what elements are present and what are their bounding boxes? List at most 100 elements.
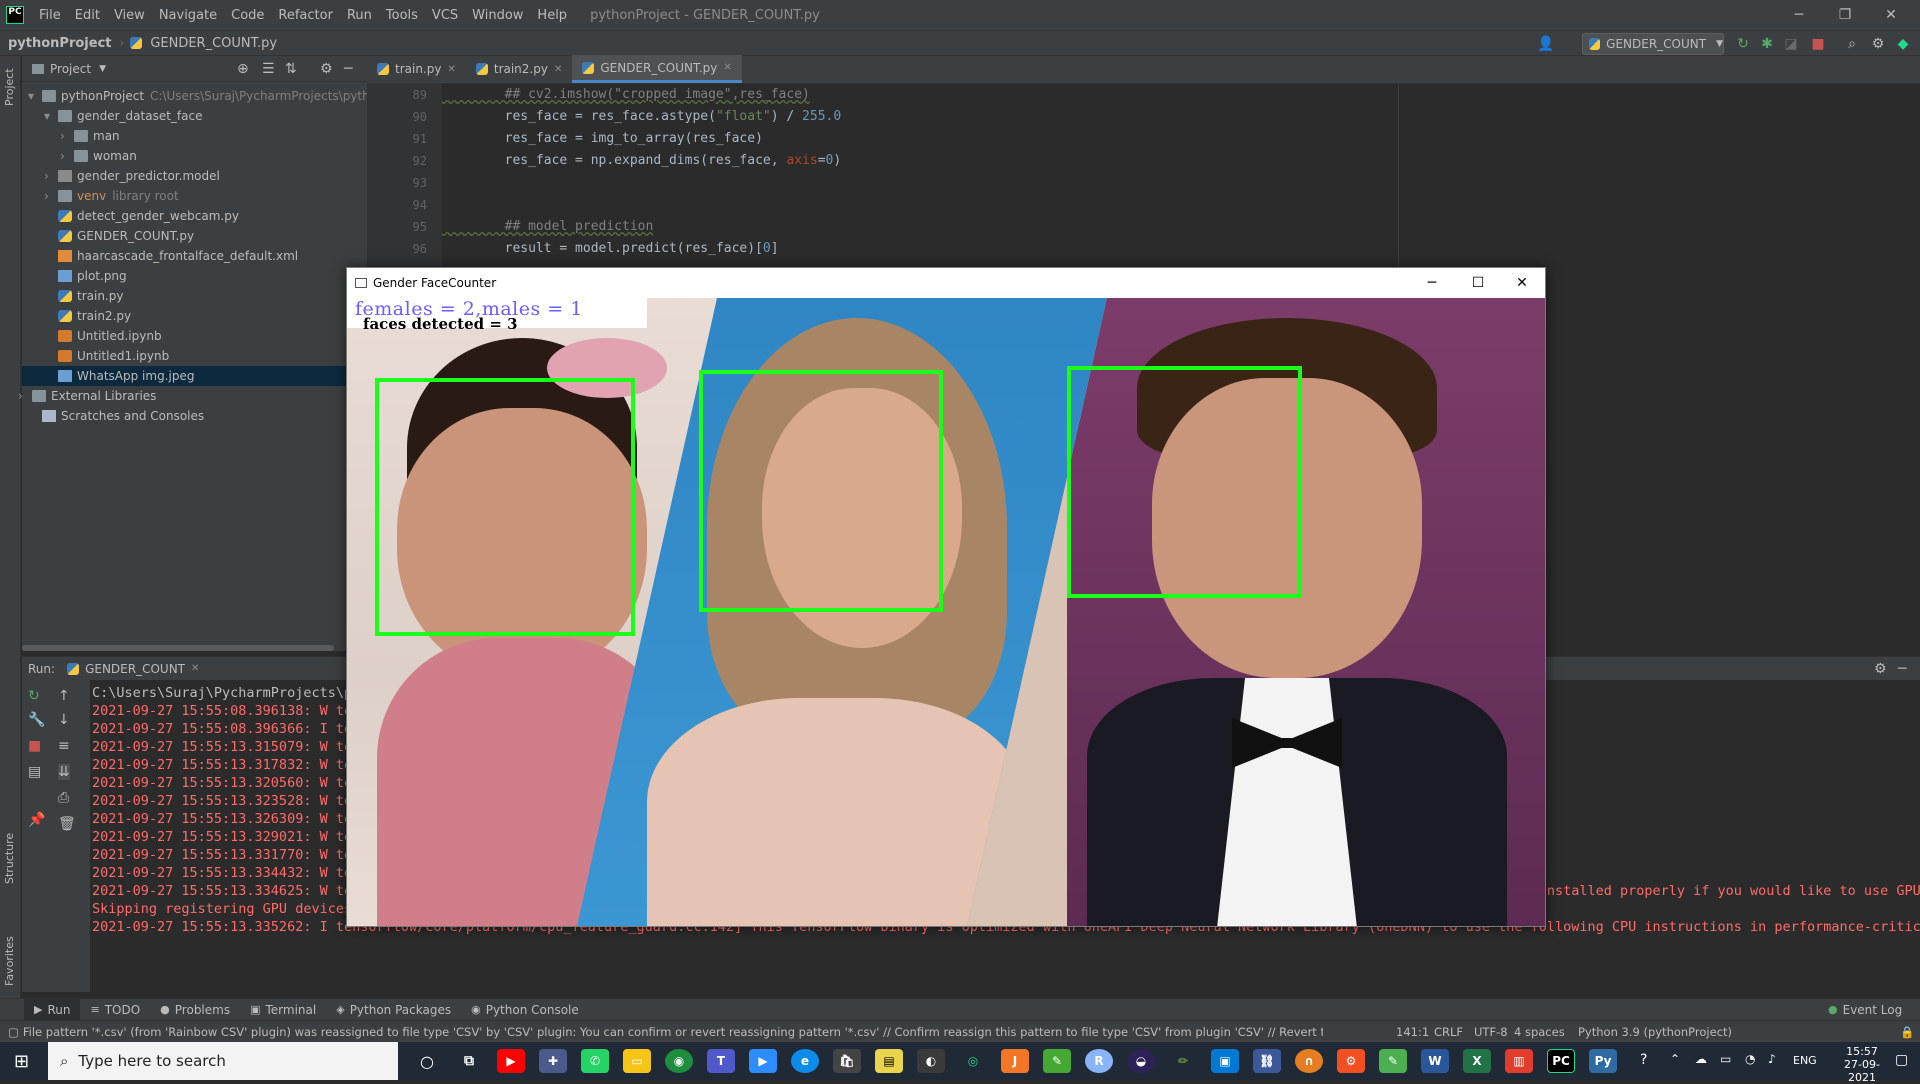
excel-icon[interactable]: X bbox=[1463, 1049, 1491, 1073]
collapse-all-icon[interactable]: ⇅ bbox=[285, 61, 297, 77]
tree-item-plot-png[interactable]: plot.png bbox=[44, 266, 127, 286]
status-message[interactable]: File pattern '*.csv' (from 'Rainbow CSV'… bbox=[23, 1025, 1323, 1039]
menu-navigate[interactable]: Navigate bbox=[152, 8, 224, 23]
maximize-icon[interactable]: ☐ bbox=[1455, 268, 1501, 298]
stop-icon[interactable]: ■ bbox=[28, 738, 41, 754]
sticky-notes-icon[interactable]: ▤ bbox=[875, 1049, 903, 1073]
expand-arrow-icon[interactable]: ▾ bbox=[44, 109, 58, 123]
chevron-up-icon[interactable]: ⌃ bbox=[1670, 1052, 1680, 1066]
expand-arrow-icon[interactable]: › bbox=[44, 189, 58, 203]
favorites-tool-tab[interactable]: Favorites bbox=[3, 936, 16, 986]
expand-arrow-icon[interactable]: › bbox=[18, 389, 32, 403]
menu-help[interactable]: Help bbox=[530, 8, 574, 23]
language-indicator[interactable]: ENG bbox=[1793, 1054, 1817, 1067]
cortana-icon[interactable]: ○ bbox=[413, 1049, 441, 1073]
event-log-tab[interactable]: ● Event Log bbox=[1818, 1003, 1912, 1017]
word-icon[interactable]: W bbox=[1421, 1049, 1449, 1073]
tree-item-train2-py[interactable]: train2.py bbox=[44, 306, 131, 326]
jupyter-icon[interactable]: J bbox=[1001, 1049, 1029, 1073]
tree-item-external-libraries[interactable]: › External Libraries bbox=[18, 386, 156, 406]
user-icon[interactable]: 👤 bbox=[1536, 34, 1556, 54]
file-encoding[interactable]: UTF-8 bbox=[1474, 1025, 1508, 1039]
tree-item-venv[interactable]: › venv library root bbox=[44, 186, 179, 206]
teams-icon[interactable]: T bbox=[707, 1049, 735, 1073]
lock-icon[interactable]: 🔒 bbox=[1900, 1025, 1914, 1039]
close-tab-icon[interactable]: ✕ bbox=[723, 62, 731, 73]
structure-tool-tab[interactable]: Structure bbox=[3, 833, 16, 884]
gear-icon[interactable]: ⚙ bbox=[320, 61, 333, 77]
expand-all-icon[interactable]: ☰ bbox=[262, 61, 275, 77]
coverage-icon[interactable]: ◪ bbox=[1781, 34, 1801, 54]
remote-desktop-icon[interactable]: ▣ bbox=[1211, 1049, 1239, 1073]
tree-item-scratches-and-consoles[interactable]: Scratches and Consoles bbox=[28, 406, 204, 426]
close-icon[interactable]: ✕ bbox=[1499, 268, 1545, 298]
face-window-titlebar[interactable]: Gender FaceCounter ─ ☐ ✕ bbox=[347, 268, 1545, 298]
tree-item-untitled-ipynb[interactable]: Untitled.ipynb bbox=[44, 326, 162, 346]
soft-wrap-icon[interactable]: ≡ bbox=[58, 738, 70, 754]
debug-icon[interactable]: ✱ bbox=[1757, 34, 1777, 54]
gear-icon[interactable]: ⚙ bbox=[1874, 661, 1887, 677]
project-view-select[interactable]: Project bbox=[50, 62, 91, 76]
tab-gender-count-py[interactable]: GENDER_COUNT.py ✕ bbox=[572, 55, 742, 83]
tree-item-pythonproject[interactable]: ▾ pythonProject C:\Users\Suraj\PycharmProj… bbox=[28, 86, 392, 106]
run-configuration-select[interactable]: GENDER_COUNT ▼ bbox=[1582, 33, 1724, 55]
arrow-up-icon[interactable]: ↑ bbox=[58, 688, 70, 704]
uk-flag-icon[interactable]: ✚ bbox=[539, 1049, 567, 1073]
bottom-tab-todo[interactable]: ≡ TODO bbox=[80, 1003, 150, 1017]
eclipse-icon[interactable]: ◒ bbox=[1127, 1049, 1155, 1073]
wrench-icon[interactable]: 🔧 bbox=[28, 712, 45, 728]
scroll-to-end-icon[interactable]: ⇊ bbox=[58, 764, 70, 780]
horizontal-scrollbar[interactable] bbox=[22, 645, 334, 651]
tab-train2-py[interactable]: train2.py ✕ bbox=[466, 55, 573, 83]
close-tab-icon[interactable]: ✕ bbox=[554, 64, 562, 75]
settings-icon[interactable]: ⚙ bbox=[1868, 34, 1888, 54]
help-icon[interactable]: ? bbox=[1640, 1052, 1647, 1068]
menu-file[interactable]: File bbox=[32, 8, 68, 23]
tab-train-py[interactable]: train.py ✕ bbox=[367, 55, 466, 83]
arrow-down-icon[interactable]: ↓ bbox=[58, 712, 70, 728]
whatsapp-icon[interactable]: ✆ bbox=[581, 1049, 609, 1073]
tree-item-gender-count-py[interactable]: GENDER_COUNT.py bbox=[44, 226, 194, 246]
indent-setting[interactable]: 4 spaces bbox=[1514, 1025, 1565, 1039]
menu-view[interactable]: View bbox=[107, 8, 152, 23]
expand-arrow-icon[interactable]: › bbox=[60, 129, 74, 143]
print-icon[interactable]: ⎙ bbox=[58, 790, 69, 806]
battery-icon[interactable]: ▭ bbox=[1720, 1052, 1731, 1066]
pen-tool-icon[interactable]: ✏ bbox=[1169, 1049, 1197, 1073]
stop-icon[interactable]: ■ bbox=[1808, 34, 1828, 54]
settings-app-icon[interactable]: ⚙ bbox=[1337, 1049, 1365, 1073]
tree-item-man[interactable]: › man bbox=[60, 126, 120, 146]
clock[interactable]: 15:57 27-09-2021 bbox=[1832, 1045, 1892, 1084]
tree-item-haarcascade-frontalface-default-xml[interactable]: haarcascade_frontalface_default.xml bbox=[44, 246, 298, 266]
expand-arrow-icon[interactable]: ▾ bbox=[28, 89, 42, 103]
python-interpreter[interactable]: Python 3.9 (pythonProject) bbox=[1578, 1025, 1732, 1039]
menu-tools[interactable]: Tools bbox=[379, 8, 425, 23]
tree-item-woman[interactable]: › woman bbox=[60, 146, 137, 166]
menu-refactor[interactable]: Refactor bbox=[271, 8, 340, 23]
app-bars-icon[interactable]: ▥ bbox=[1505, 1049, 1533, 1073]
minimize-icon[interactable]: ─ bbox=[1409, 268, 1455, 298]
hide-icon[interactable]: ─ bbox=[344, 61, 352, 77]
close-icon[interactable]: ✕ bbox=[1868, 0, 1914, 30]
youtube-icon[interactable]: ▶ bbox=[497, 1049, 525, 1073]
minimize-icon[interactable]: ─ bbox=[1776, 0, 1822, 30]
tree-item-train-py[interactable]: train.py bbox=[44, 286, 123, 306]
breadcrumb-file[interactable]: GENDER_COUNT.py bbox=[142, 36, 285, 51]
jetbrains-icon[interactable]: ◆ bbox=[1893, 34, 1913, 54]
chrome-icon[interactable]: ◉ bbox=[665, 1049, 693, 1073]
network-icon[interactable]: ⛓ bbox=[1253, 1049, 1281, 1073]
bottom-tab-python-packages[interactable]: ◈ Python Packages bbox=[326, 1003, 461, 1017]
menu-run[interactable]: Run bbox=[340, 8, 379, 23]
bottom-tab-python-console[interactable]: ◉ Python Console bbox=[461, 1003, 589, 1017]
expand-arrow-icon[interactable]: › bbox=[60, 149, 74, 163]
chevron-down-icon[interactable]: ▼ bbox=[99, 64, 106, 74]
notepad-icon[interactable]: ✎ bbox=[1379, 1049, 1407, 1073]
bottom-tab-run[interactable]: ▶ Run bbox=[24, 998, 81, 1021]
headset-icon[interactable]: ∩ bbox=[1295, 1049, 1323, 1073]
wifi-icon[interactable]: ◔ bbox=[1745, 1052, 1755, 1066]
breadcrumb-project[interactable]: pythonProject bbox=[0, 36, 120, 51]
tree-item-whatsapp-img-jpeg[interactable]: WhatsApp img.jpeg bbox=[22, 366, 367, 386]
menu-vcs[interactable]: VCS bbox=[425, 8, 465, 23]
expand-arrow-icon[interactable]: › bbox=[44, 169, 58, 183]
run-tab-label[interactable]: GENDER_COUNT bbox=[85, 662, 185, 676]
